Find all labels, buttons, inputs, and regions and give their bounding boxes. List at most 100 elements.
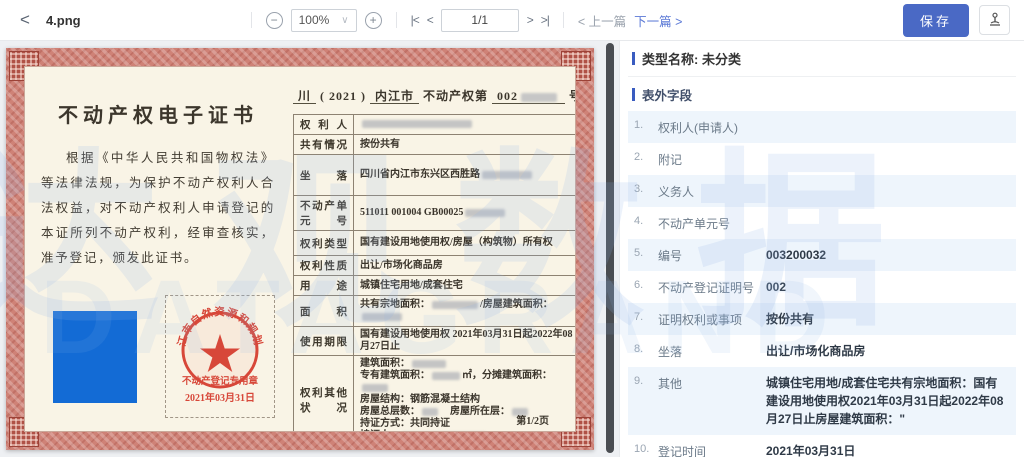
field-number: 2. (634, 150, 658, 163)
redacted-text (465, 209, 505, 217)
file-name: 4.png (46, 13, 81, 28)
last-page-icon[interactable]: >| (541, 13, 549, 27)
toolbar: < 4.png − 100% ∨ + |< < > >| < 上一篇 下一篇 >… (0, 0, 1024, 41)
redacted-text (362, 120, 472, 128)
field-row[interactable]: 10.登记时间2021年03月31日 (628, 435, 1016, 457)
cert-table-row: 权利性质出让/市场化商品房 (294, 255, 576, 275)
field-label: 登记时间 (658, 442, 766, 457)
redacted-text (422, 408, 438, 416)
field-number: 4. (634, 214, 658, 227)
cert-table-row: 使用期限国有建设用地使用权 2021年03月31日起2022年08月27日止 (294, 326, 576, 355)
cert-field-value: 国有建设用地使用权/房屋（构筑物）所有权 (354, 231, 576, 255)
cert-table-row: 面积共有宗地面积：/房屋建筑面积： (294, 295, 576, 326)
divider (251, 12, 252, 28)
prev-page-icon[interactable]: < (427, 13, 433, 27)
certificate-paper: 不动产权电子证书 根据《中华人民共和国物权法》等法律法规，为保护不动产权利人合法… (24, 66, 576, 432)
cert-field-label: 不动产单元号 (294, 196, 354, 230)
accent-bar (632, 52, 635, 65)
viewer-scrollbar[interactable] (606, 43, 614, 453)
field-row[interactable]: 8.坐落出让/市场化商品房 (628, 335, 1016, 367)
cert-field-value: 共有宗地面积：/房屋建筑面积： (354, 296, 576, 326)
cert-field-value: 511011 001004 GB00025 (354, 196, 576, 230)
cert-field-label: 权利其他状况 (294, 356, 354, 432)
certificate-table: 权利人共有情况按份共有坐落四川省内江市东兴区西胜路不动产单元号511011 00… (293, 114, 576, 432)
field-label: 义务人 (658, 182, 766, 200)
redacted-text (432, 372, 460, 380)
save-button[interactable]: 保存 (903, 4, 969, 37)
field-list: 1.权利人(申请人)2.附记3.义务人4.不动产单元号5.编号003200032… (628, 111, 1016, 457)
next-page-icon[interactable]: > (527, 13, 533, 27)
next-doc-link[interactable]: 下一篇 > (634, 11, 682, 30)
certificate-body-text: 根据《中华人民共和国物权法》等法律法规，为保护不动产权利人合法权益，对不动产权利… (41, 146, 275, 271)
cert-field-label: 用途 (294, 276, 354, 295)
field-row[interactable]: 6.不动产登记证明号002 (628, 271, 1016, 303)
field-row[interactable]: 3.义务人 (628, 175, 1016, 207)
cert-field-label: 面积 (294, 296, 354, 326)
cert-table-row: 权利人 (294, 115, 576, 134)
zoom-level-value: 100% (299, 13, 330, 27)
zoom-out-button[interactable]: − (266, 12, 283, 29)
field-row[interactable]: 1.权利人(申请人) (628, 111, 1016, 143)
field-row[interactable]: 5.编号003200032 (628, 239, 1016, 271)
cert-table-row: 不动产单元号511011 001004 GB00025 (294, 195, 576, 230)
chevron-down-icon: ∨ (341, 15, 348, 26)
field-row[interactable]: 7.证明权利或事项按份共有 (628, 303, 1016, 335)
cert-field-value: 出让/市场化商品房 (354, 256, 576, 275)
redacted-text (521, 93, 557, 102)
field-label: 编号 (658, 246, 766, 264)
stamp-button[interactable] (979, 5, 1010, 35)
previous-doc-link[interactable]: < 上一篇 (578, 11, 626, 30)
field-number: 8. (634, 342, 658, 355)
type-header: 类型名称: 未分类 (628, 41, 1016, 77)
field-value: 出让/市场化商品房 (766, 342, 1006, 360)
field-row[interactable]: 4.不动产单元号 (628, 207, 1016, 239)
field-label: 不动产登记证明号 (658, 278, 766, 296)
cert-number-prefix: 不动产权第 (423, 89, 488, 103)
field-row[interactable]: 9.其他城镇住宅用地/成套住宅共有宗地面积：国有建设用地使用权2021年03月3… (628, 367, 1016, 435)
cert-table-row: 权利类型国有建设用地使用权/房屋（构筑物）所有权 (294, 230, 576, 255)
field-label: 附记 (658, 150, 766, 168)
redacted-text (412, 360, 446, 368)
field-number: 3. (634, 182, 658, 195)
official-seal: 内江市自然资源和规划局 不动产登记专用章 2021年03月31日 (165, 295, 275, 418)
page-marker: 第1/2页 (516, 412, 549, 427)
certificate-number-line: 川 ( 2021 ) 内江市 不动产权第 002 号 (293, 87, 576, 104)
zoom-level-select[interactable]: 100% ∨ (291, 9, 357, 32)
cert-table-row: 用途城镇住宅用地/成套住宅 (294, 275, 576, 295)
zoom-in-button[interactable]: + (365, 12, 382, 29)
type-name-label: 类型名称: 未分类 (642, 49, 741, 68)
section-title: 表外字段 (642, 85, 692, 104)
cert-field-value (354, 115, 576, 134)
cert-field-value: 按份共有 (354, 135, 576, 154)
field-value: 按份共有 (766, 310, 1006, 328)
field-number: 6. (634, 278, 658, 291)
cert-year: ( 2021 ) (320, 89, 366, 103)
certificate-document: 不动产权电子证书 根据《中华人民共和国物权法》等法律法规，为保护不动产权利人合法… (6, 48, 594, 450)
field-label: 其他 (658, 374, 766, 392)
cert-field-value: 国有建设用地使用权 2021年03月31日起2022年08月27日止 (354, 327, 576, 355)
page-input[interactable] (441, 9, 519, 32)
field-value: 2021年03月31日 (766, 442, 1006, 457)
field-value: 城镇住宅用地/成套住宅共有宗地面积：国有建设用地使用权2021年03月31日起2… (766, 374, 1006, 428)
field-number: 7. (634, 310, 658, 323)
cert-field-label: 使用期限 (294, 327, 354, 355)
first-page-icon[interactable]: |< (411, 13, 419, 27)
field-label: 坐落 (658, 342, 766, 360)
stamp-icon (987, 12, 1003, 28)
field-number: 10. (634, 442, 658, 455)
document-viewer: 不动产权电子证书 根据《中华人民共和国物权法》等法律法规，为保护不动产权利人合法… (0, 41, 619, 457)
field-number: 5. (634, 246, 658, 259)
redacted-text (432, 301, 478, 309)
section-header: 表外字段 (628, 77, 1016, 111)
back-icon[interactable]: < (14, 10, 36, 30)
cert-province: 川 (293, 89, 316, 104)
cert-table-row: 坐落四川省内江市东兴区西胜路 (294, 154, 576, 195)
svg-text:不动产登记专用章: 不动产登记专用章 (182, 375, 259, 387)
field-row[interactable]: 2.附记 (628, 143, 1016, 175)
cert-table-row: 共有情况按份共有 (294, 134, 576, 154)
cert-field-label: 共有情况 (294, 135, 354, 154)
field-number: 9. (634, 374, 658, 387)
cert-field-label: 坐落 (294, 155, 354, 195)
cert-field-value: 城镇住宅用地/成套住宅 (354, 276, 576, 295)
cert-field-label: 权利人 (294, 115, 354, 134)
